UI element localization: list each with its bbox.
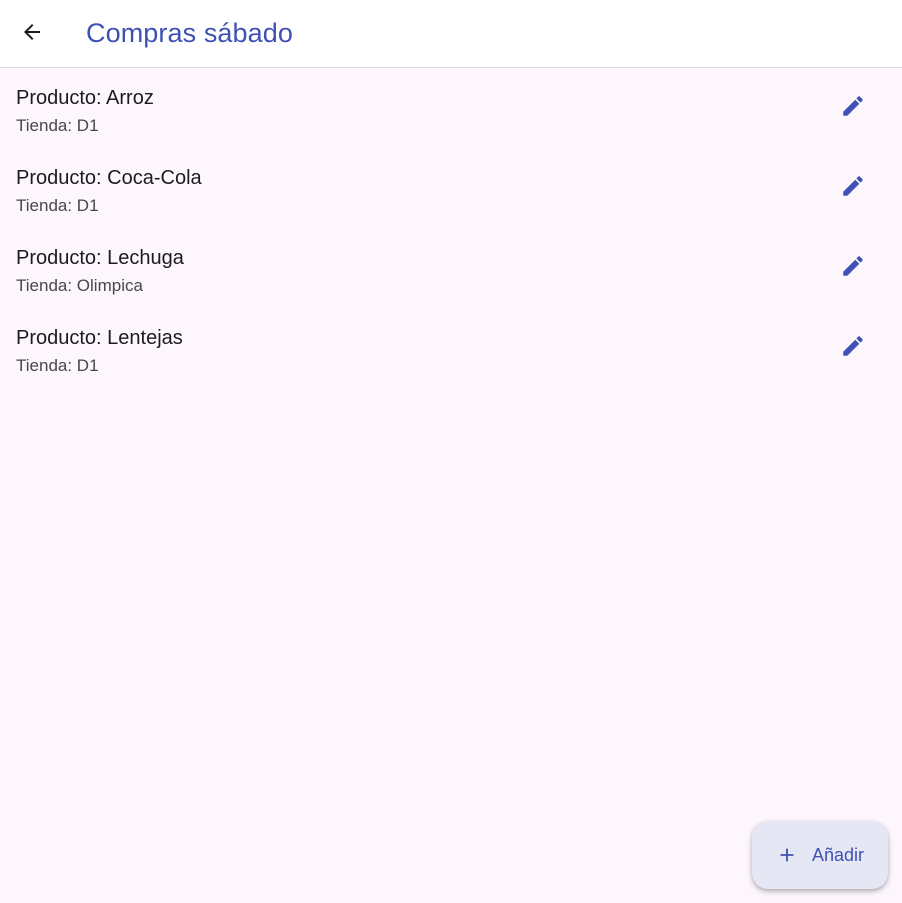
- item-title: Producto: Lentejas: [16, 327, 183, 349]
- page-title: Compras sábado: [86, 18, 294, 48]
- add-button-label: Añadir: [812, 844, 865, 865]
- plus-icon: [774, 842, 800, 868]
- edit-button[interactable]: [829, 244, 877, 292]
- list-item[interactable]: Producto: Arroz Tienda: D1: [0, 68, 902, 148]
- edit-button[interactable]: [829, 164, 877, 212]
- edit-pencil-icon: [840, 93, 866, 124]
- arrow-back-icon: [20, 20, 44, 49]
- item-subtitle: Tienda: Olimpica: [16, 276, 143, 295]
- list-item[interactable]: Producto: Lechuga Tienda: Olimpica: [0, 228, 902, 308]
- item-subtitle: Tienda: D1: [16, 196, 99, 215]
- list-item[interactable]: Producto: Lentejas Tienda: D1: [0, 308, 902, 388]
- edit-pencil-icon: [840, 173, 866, 204]
- add-button[interactable]: Añadir: [752, 821, 888, 889]
- edit-button[interactable]: [829, 84, 877, 132]
- product-list: Producto: Arroz Tienda: D1 Producto: Coc…: [0, 68, 902, 388]
- edit-pencil-icon: [840, 333, 866, 364]
- edit-pencil-icon: [840, 253, 866, 284]
- item-title: Producto: Arroz: [16, 87, 154, 109]
- back-button[interactable]: [10, 12, 54, 56]
- edit-button[interactable]: [829, 324, 877, 372]
- list-item[interactable]: Producto: Coca-Cola Tienda: D1: [0, 148, 902, 228]
- app-bar: Compras sábado: [0, 0, 902, 68]
- item-title: Producto: Lechuga: [16, 247, 184, 269]
- item-subtitle: Tienda: D1: [16, 116, 99, 135]
- item-title: Producto: Coca-Cola: [16, 167, 202, 189]
- item-subtitle: Tienda: D1: [16, 356, 99, 375]
